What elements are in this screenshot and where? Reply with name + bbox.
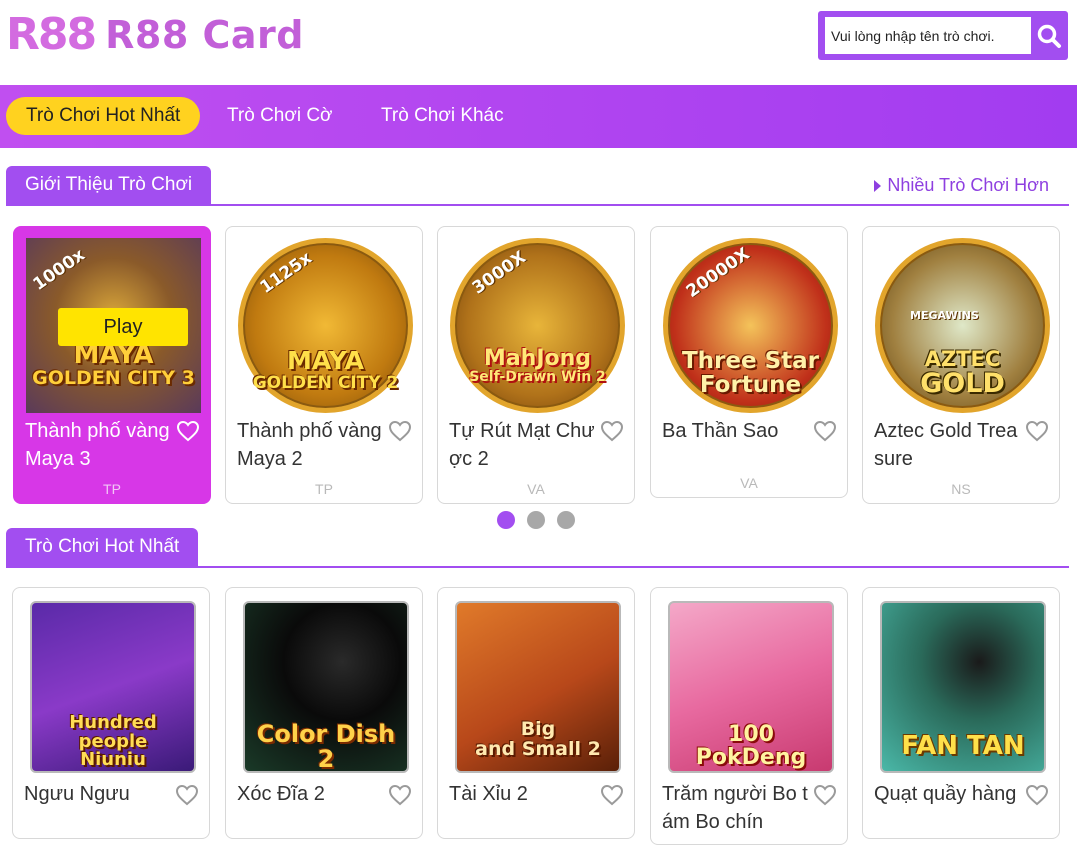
more-games-label: Nhiều Trò Chơi Hơn — [887, 175, 1049, 195]
main-nav: Trò Chơi Hot Nhất Trò Chơi Cờ Trò Chơi K… — [0, 85, 1077, 148]
heart-icon[interactable] — [388, 420, 412, 442]
caret-right-icon — [874, 179, 882, 192]
section-intro-header: Giới Thiệu Trò Chơi Nhiều Trò Chơi Hơn — [6, 166, 1069, 206]
carousel-dot[interactable] — [497, 511, 515, 529]
game-provider: VA — [527, 481, 545, 497]
game-title: Ngưu Ngưu — [24, 783, 130, 805]
game-card[interactable]: 20000X Three Star Fortune Ba Thần Sao VA — [650, 226, 848, 498]
game-provider: TP — [103, 481, 121, 497]
game-card[interactable]: Big and Small 2 Tài Xỉu 2 — [437, 587, 635, 839]
search-icon — [1037, 24, 1061, 48]
section-hot-title: Trò Chơi Hot Nhất — [6, 528, 199, 568]
nav-other-games[interactable]: Trò Chơi Khác — [361, 97, 524, 135]
heart-icon[interactable] — [175, 784, 199, 806]
game-thumbnail: 1125x MAYA GOLDEN CITY 2 — [238, 238, 413, 413]
heart-icon[interactable] — [813, 784, 837, 806]
game-title: Trăm người Bo tám Bo chín — [662, 783, 808, 833]
search-input[interactable] — [825, 17, 1031, 54]
game-title: Xóc Đĩa 2 — [237, 783, 325, 805]
game-card[interactable]: MEGAWINS AZTEC GOLD Aztec Gold Treasure … — [862, 226, 1060, 504]
brand-logo[interactable]: R88 R88 Card — [6, 10, 304, 60]
carousel-pagination — [497, 511, 575, 529]
game-thumbnail: Big and Small 2 — [455, 601, 621, 773]
game-card[interactable]: Hundred people Niuniu Ngưu Ngưu — [12, 587, 210, 839]
game-card[interactable]: Color Dish 2 Xóc Đĩa 2 — [225, 587, 423, 839]
header: R88 R88 Card — [0, 0, 1077, 85]
game-title: Tài Xỉu 2 — [449, 783, 528, 805]
game-provider: NS — [951, 481, 971, 497]
more-games-link[interactable]: Nhiều Trò Chơi Hơn — [874, 175, 1049, 196]
game-card[interactable]: 3000X MahJong Self-Drawn Win 2 Tự Rút Mạ… — [437, 226, 635, 504]
game-title: Thành phố vàng Maya 2 — [237, 420, 382, 470]
game-thumbnail: 3000X MahJong Self-Drawn Win 2 — [450, 238, 625, 413]
nav-hot-games[interactable]: Trò Chơi Hot Nhất — [6, 97, 201, 135]
game-provider: TP — [315, 481, 333, 497]
play-button[interactable]: Play — [58, 308, 188, 346]
heart-icon[interactable] — [1025, 420, 1049, 442]
game-title: Aztec Gold Treasure — [874, 420, 1018, 470]
game-thumbnail: Hundred people Niuniu — [30, 601, 196, 773]
game-card[interactable]: 1000x MAYA GOLDEN CITY 3 Play Thành phố … — [13, 226, 211, 504]
game-title: Tự Rút Mạt Chược 2 — [449, 420, 595, 470]
carousel-dot[interactable] — [527, 511, 545, 529]
game-provider: VA — [740, 475, 758, 491]
section-intro-title: Giới Thiệu Trò Chơi — [6, 166, 212, 206]
heart-icon[interactable] — [1025, 784, 1049, 806]
game-thumbnail: Color Dish 2 — [243, 601, 409, 773]
heart-icon[interactable] — [813, 420, 837, 442]
logo-mark: R88 — [6, 9, 97, 60]
carousel-dot[interactable] — [557, 511, 575, 529]
nav-board-games[interactable]: Trò Chơi Cờ — [207, 97, 353, 135]
game-thumbnail: 1000x MAYA GOLDEN CITY 3 Play — [26, 238, 201, 413]
game-card[interactable]: FAN TAN Quạt quầy hàng — [862, 587, 1060, 839]
search-bar — [818, 11, 1068, 60]
brand-name: R88 Card — [105, 13, 304, 57]
game-thumbnail: 20000X Three Star Fortune — [663, 238, 838, 413]
heart-icon[interactable] — [600, 420, 624, 442]
game-card[interactable]: 1125x MAYA GOLDEN CITY 2 Thành phố vàng … — [225, 226, 423, 504]
game-thumbnail: MEGAWINS AZTEC GOLD — [875, 238, 1050, 413]
heart-icon[interactable] — [388, 784, 412, 806]
game-title: Ba Thần Sao — [662, 420, 779, 442]
search-button[interactable] — [1032, 17, 1066, 54]
game-thumbnail: 100 PokDeng — [668, 601, 834, 773]
game-title: Thành phố vàng Maya 3 — [25, 420, 170, 470]
section-hot-header: Trò Chơi Hot Nhất — [6, 528, 1069, 568]
game-title: Quạt quầy hàng — [874, 783, 1017, 805]
game-card[interactable]: 100 PokDeng Trăm người Bo tám Bo chín — [650, 587, 848, 845]
game-thumbnail: FAN TAN — [880, 601, 1046, 773]
heart-icon[interactable] — [600, 784, 624, 806]
heart-icon[interactable] — [176, 420, 200, 442]
